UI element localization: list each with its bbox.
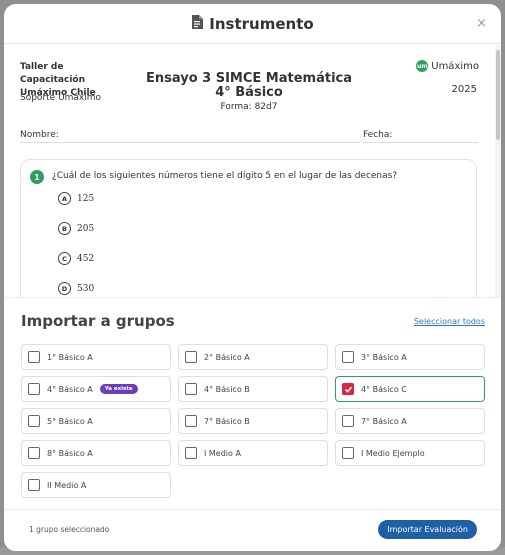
option-d: D 530 (58, 282, 94, 295)
name-label: Nombre: (20, 130, 59, 140)
group-item-7-basico-b[interactable]: 7° Básico B (178, 408, 328, 434)
question-text: ¿Cuál de los siguientes números tiene el… (52, 171, 398, 181)
group-item-8-basico-a[interactable]: 8° Básico A (21, 440, 171, 466)
group-label: 4° Básico B (204, 384, 250, 394)
document-title: Ensayo 3 SIMCE Matemática 4° Básico (145, 71, 353, 100)
option-text: 125 (77, 193, 95, 204)
brand-logo: um Umáximo (416, 60, 479, 72)
group-label: 4° Básico A (47, 384, 93, 394)
checkbox[interactable] (342, 447, 354, 459)
group-item-4-basico-a[interactable]: 4° Básico A Ya existe (21, 376, 171, 402)
group-label: I Medio A (204, 448, 241, 458)
checkbox[interactable] (185, 351, 197, 363)
date-label: Fecha: (363, 130, 393, 140)
option-letter: C (58, 252, 71, 265)
option-text: 530 (77, 283, 95, 294)
question-card: 1 ¿Cuál de los siguientes números tiene … (20, 159, 477, 297)
group-label: 7° Básico A (361, 416, 407, 426)
document-year: 2025 (451, 84, 477, 95)
import-panel: Importar a grupos Seleccionar todos 1° B… (4, 297, 501, 509)
close-icon[interactable]: × (476, 16, 487, 31)
checkbox-checked[interactable] (342, 383, 354, 395)
group-item-4-basico-b[interactable]: 4° Básico B (178, 376, 328, 402)
selection-status: 1 grupo seleccionado (29, 525, 110, 534)
modal-title: Instrumento (191, 14, 314, 33)
group-item-5-basico-a[interactable]: 5° Básico A (21, 408, 171, 434)
group-item-ii-medio-a[interactable]: II Medio A (21, 472, 171, 498)
checkbox[interactable] (28, 415, 40, 427)
group-item-1-basico-a[interactable]: 1° Básico A (21, 344, 171, 370)
option-text: 452 (77, 253, 95, 264)
modal-footer: 1 grupo seleccionado Importar Evaluación (4, 509, 501, 551)
import-evaluation-button[interactable]: Importar Evaluación (378, 520, 477, 539)
group-item-i-medio-ejemplo[interactable]: I Medio Ejemplo (335, 440, 485, 466)
group-label: 1° Básico A (47, 352, 93, 362)
checkmark-icon (344, 386, 352, 393)
checkbox[interactable] (185, 447, 197, 459)
checkbox[interactable] (185, 415, 197, 427)
instrument-modal: Instrumento × Taller de Capacitación Umá… (4, 4, 501, 551)
checkbox[interactable] (28, 447, 40, 459)
document-icon (191, 14, 204, 33)
document-preview[interactable]: Taller de Capacitación Umáximo Chile Sop… (4, 45, 501, 297)
option-letter: D (58, 282, 71, 295)
name-line (20, 142, 360, 143)
group-label: 8° Básico A (47, 448, 93, 458)
group-item-7-basico-a[interactable]: 7° Básico A (335, 408, 485, 434)
group-item-3-basico-a[interactable]: 3° Básico A (335, 344, 485, 370)
brand-mark-icon: um (416, 60, 429, 72)
checkbox[interactable] (28, 351, 40, 363)
document-form: Forma: 82d7 (220, 102, 278, 112)
modal-title-text: Instrumento (209, 14, 314, 33)
group-item-2-basico-a[interactable]: 2° Básico A (178, 344, 328, 370)
group-label: II Medio A (47, 480, 87, 490)
modal-header: Instrumento × (4, 4, 501, 44)
option-a: A 125 (58, 192, 94, 205)
checkbox[interactable] (28, 479, 40, 491)
student-fields: Nombre: Fecha: (4, 125, 501, 151)
checkbox[interactable] (342, 351, 354, 363)
group-item-4-basico-c[interactable]: 4° Básico C (335, 376, 485, 402)
group-label: 2° Básico A (204, 352, 250, 362)
group-item-i-medio-a[interactable]: I Medio A (178, 440, 328, 466)
group-label: 4° Básico C (361, 384, 407, 394)
group-label: 3° Básico A (361, 352, 407, 362)
group-label: 7° Básico B (204, 416, 250, 426)
date-line (363, 142, 478, 143)
document-header: Taller de Capacitación Umáximo Chile Sop… (4, 45, 501, 125)
option-letter: A (58, 192, 71, 205)
option-b: B 205 (58, 222, 94, 235)
exists-badge: Ya existe (99, 384, 138, 394)
import-title: Importar a grupos (21, 312, 175, 330)
group-label: I Medio Ejemplo (361, 448, 425, 458)
org-subtitle: Soporte Umáximo (20, 93, 102, 103)
option-letter: B (58, 222, 71, 235)
scrollbar-thumb[interactable] (496, 50, 500, 140)
checkbox[interactable] (28, 383, 40, 395)
checkbox[interactable] (185, 383, 197, 395)
option-text: 205 (77, 223, 95, 234)
select-all-link[interactable]: Seleccionar todos (414, 317, 485, 326)
question-number: 1 (30, 170, 44, 184)
option-c: C 452 (58, 252, 94, 265)
brand-name: Umáximo (431, 60, 479, 72)
group-label: 5° Básico A (47, 416, 93, 426)
checkbox[interactable] (342, 415, 354, 427)
scrollbar-track[interactable] (495, 45, 501, 297)
